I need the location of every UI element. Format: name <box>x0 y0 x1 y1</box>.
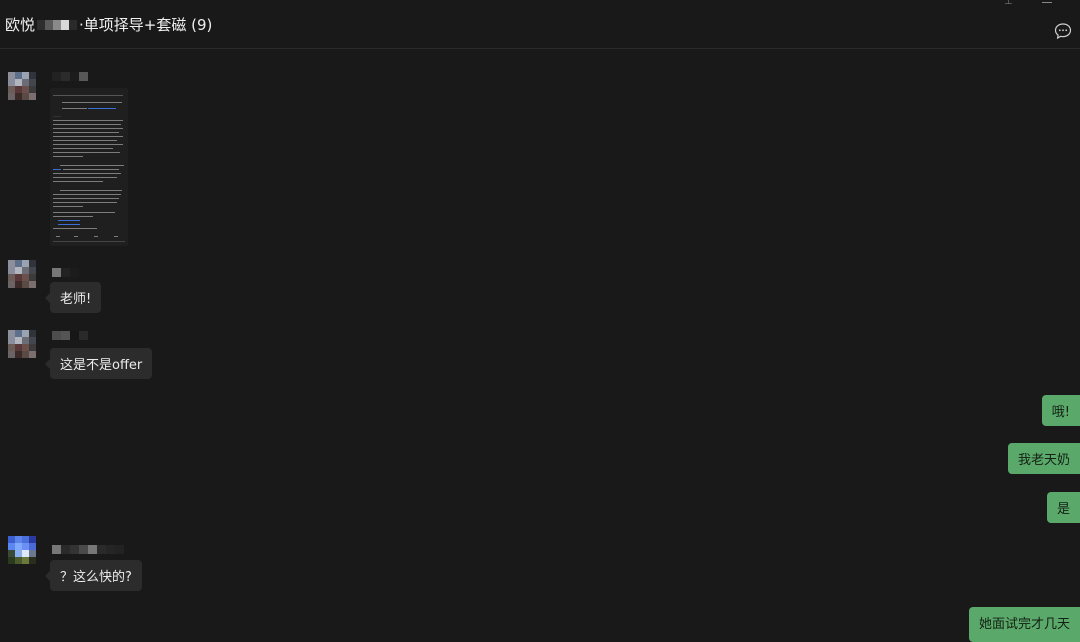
avatar[interactable] <box>8 260 36 288</box>
redacted-sender-name <box>52 268 79 277</box>
message-bubble-outgoing[interactable]: 哦! <box>1041 395 1080 426</box>
redacted-sender-name <box>52 72 88 81</box>
redacted-sender-name <box>52 331 88 340</box>
message-bubble[interactable]: 这是不是offer <box>44 348 153 379</box>
avatar[interactable] <box>8 330 36 358</box>
chat-title-prefix: 欧悦 <box>5 16 36 34</box>
message-bubble-outgoing[interactable]: 是 <box>1046 492 1080 523</box>
message-image[interactable] <box>50 88 128 246</box>
message-bubble-outgoing[interactable]: 她面试完才几天 <box>968 607 1080 642</box>
chat-more-icon[interactable] <box>1054 22 1072 40</box>
message-bubble-outgoing[interactable]: 我老天奶 <box>1007 443 1080 474</box>
redacted-name <box>37 19 78 30</box>
avatar[interactable] <box>8 536 36 564</box>
avatar[interactable] <box>8 72 36 100</box>
minimize-icon[interactable] <box>1042 2 1052 3</box>
chat-header: 欧悦 ·单项择导+套磁 (9) ⊥ <box>0 0 1080 49</box>
chat-title[interactable]: 欧悦 ·单项择导+套磁 (9) <box>5 14 212 35</box>
chat-title-suffix: ·单项择导+套磁 (9) <box>79 16 213 34</box>
message-bubble[interactable]: 老师! <box>44 282 102 313</box>
pin-icon[interactable]: ⊥ <box>1004 0 1016 7</box>
message-bubble[interactable]: ？这么快的? <box>45 560 142 591</box>
redacted-sender-name <box>52 545 124 554</box>
